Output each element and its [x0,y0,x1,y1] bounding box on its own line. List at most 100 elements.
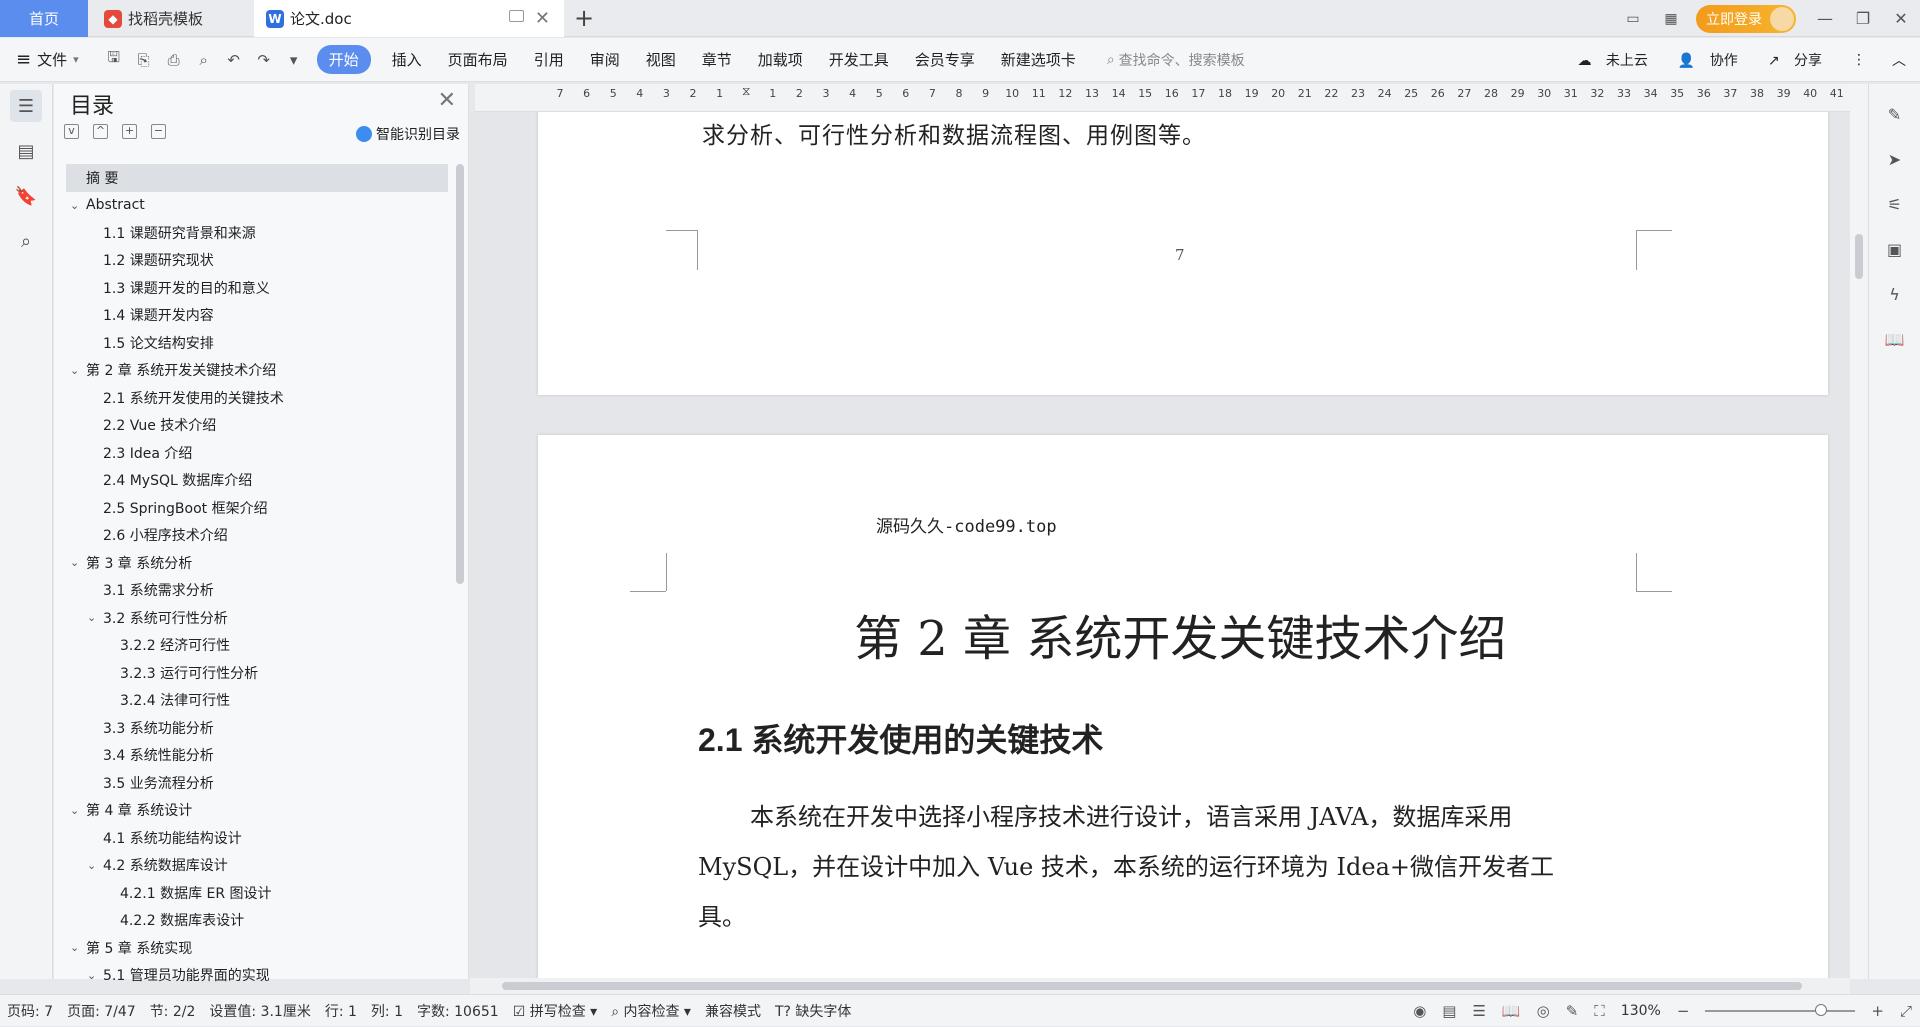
grid-apps-icon[interactable]: ▦ [1660,10,1682,28]
minimize-icon[interactable]: — [1806,9,1844,28]
file-menu[interactable]: ≡ 文件 ▾ [16,49,79,70]
vertical-scroll-thumb[interactable] [1855,234,1863,279]
horizontal-scroll-thumb[interactable] [502,982,1802,990]
toc-item[interactable]: ⌄ 第 4 章 系统设计 [66,797,448,825]
more-options-icon[interactable]: ⋮ [1852,52,1866,68]
toc-item[interactable]: 1.2 课题研究现状 [66,247,448,275]
close-tab-icon[interactable]: ✕ [535,8,550,29]
spell-check-button[interactable]: ☑ 拼写检查 ▾ [513,1001,598,1021]
add-heading-icon[interactable]: + [122,124,137,139]
cloud-status[interactable]: ☁ 未上云 [1577,50,1657,70]
status-page[interactable]: 页面: 7/47 [67,1001,136,1021]
zoom-out-icon[interactable]: − [1677,1002,1690,1020]
print-preview-icon[interactable]: ⌕ [194,50,214,70]
login-button[interactable]: 立即登录 [1696,4,1796,33]
status-section[interactable]: 节: 2/2 [150,1001,196,1021]
toc-item[interactable]: 2.5 SpringBoot 框架介绍 [66,494,448,522]
ribbon-tab-addins[interactable]: 加载项 [758,49,803,70]
bookmark-icon[interactable]: 🔖 [10,180,42,212]
vertical-scrollbar[interactable] [1850,84,1868,979]
close-toc-icon[interactable]: ✕ [438,88,456,113]
collab-button[interactable]: 👤 协作 [1678,50,1748,70]
ribbon-tab-page-layout[interactable]: 页面布局 [448,49,508,70]
toc-item[interactable]: ⌄ 第 5 章 系统实现 [66,934,448,962]
smart-toc-button[interactable]: 智能识别目录 [356,124,460,144]
zoom-slider-knob[interactable] [1815,1004,1828,1016]
toc-item[interactable]: ⌄ 4.2 系统数据库设计 [66,852,448,880]
page-view-icon[interactable]: ▤ [1442,1002,1456,1020]
reading-view-icon[interactable]: 📖 [1502,1002,1521,1020]
undo-icon[interactable]: ↶ [224,50,244,70]
tab-home[interactable]: 首页 [0,0,88,37]
toc-item[interactable]: 3.3 系统功能分析 [66,714,448,742]
toc-panel-icon[interactable]: ☰ [10,90,42,122]
horizontal-ruler[interactable]: 7 6 5 4 3 2 1 1 2 3 4 5 6 7 8 9 10 11 12 13 14 15 16 17 18 19 20 21… [475,84,1850,112]
search-doc-icon[interactable]: ⌕ [10,225,42,257]
section-heading[interactable]: 2.1 系统开发使用的关键技术 [698,715,1103,761]
save-icon[interactable]: 🖫 [104,48,124,70]
redo-icon[interactable]: ↷ [254,50,274,70]
monitor-icon[interactable] [509,10,524,22]
toc-item[interactable]: 3.1 系统需求分析 [66,577,448,605]
book-icon[interactable]: 📖 [1883,327,1907,351]
chapter-nav-icon[interactable]: ▤ [10,135,42,167]
toc-item[interactable]: 3.2.2 经济可行性 [66,632,448,660]
toc-item[interactable]: 2.3 Idea 介绍 [66,439,448,467]
toc-item[interactable]: 3.2.3 运行可行性分析 [66,659,448,687]
collapse-ribbon-icon[interactable]: ︿ [1892,50,1906,70]
chevron-down-icon[interactable]: ⌄ [87,611,99,624]
tab-template[interactable]: ◆ 找稻壳模板 [92,0,252,37]
eye-protection-icon[interactable]: ◉ [1413,1002,1426,1020]
zoom-level[interactable]: 130% [1621,1003,1661,1019]
toc-item[interactable]: ⌄ 第 3 章 系统分析 [66,549,448,577]
collapse-all-icon[interactable]: ^ [93,124,108,139]
chevron-down-icon[interactable]: ⌄ [70,199,82,212]
zoom-in-icon[interactable]: + [1871,1002,1884,1020]
toc-item[interactable]: ⌄ 第 2 章 系统开发关键技术介绍 [66,357,448,385]
settings-sliders-icon[interactable]: ⚟ [1883,192,1907,216]
chevron-down-icon[interactable]: ⌄ [70,556,82,569]
chevron-down-icon[interactable]: ⌄ [70,364,82,377]
toc-item[interactable]: 2.1 系统开发使用的关键技术 [66,384,448,412]
remove-heading-icon[interactable]: − [151,124,166,139]
toc-item[interactable]: 1.3 课题开发的目的和意义 [66,274,448,302]
toc-item[interactable]: 1.4 课题开发内容 [66,302,448,330]
ribbon-tab-home[interactable]: 开始 [316,45,371,74]
body-line-2[interactable]: MySQL，并在设计中加入 Vue 技术，本系统的运行环境为 Idea+微信开发… [698,847,1554,882]
ribbon-tab-new[interactable]: 新建选项卡 [1001,49,1076,70]
toc-item[interactable]: 2.2 Vue 技术介绍 [66,412,448,440]
toc-item[interactable]: ⌄ Abstract [66,192,448,220]
tab-document[interactable]: W 论文.doc ✕ [254,0,564,37]
ribbon-tab-chapter[interactable]: 章节 [702,49,732,70]
image-tool-icon[interactable]: ▣ [1883,237,1907,261]
ribbon-tab-insert[interactable]: 插入 [392,49,422,70]
zoom-slider[interactable] [1705,1004,1856,1016]
new-tab-icon[interactable]: + [574,4,594,32]
web-view-icon[interactable]: ◎ [1537,1002,1550,1020]
toc-item[interactable]: 2.4 MySQL 数据库介绍 [66,467,448,495]
chevron-down-icon[interactable]: ⌄ [70,941,82,954]
ribbon-tab-member[interactable]: 会员专享 [915,49,975,70]
cursor-icon[interactable]: ➤ [1883,147,1907,171]
outline-view-icon[interactable]: ☰ [1472,1002,1485,1020]
toc-item[interactable]: 4.1 系统功能结构设计 [66,824,448,852]
horizontal-scrollbar[interactable] [470,978,1850,994]
lightning-icon[interactable]: ϟ [1883,282,1907,306]
status-words[interactable]: 字数: 10651 [417,1001,499,1021]
fullscreen-icon[interactable]: ⤢ [1900,1002,1912,1020]
expand-all-icon[interactable]: v [64,124,79,139]
content-check-button[interactable]: ⌕ 内容检查 ▾ [611,1001,691,1021]
toc-item[interactable]: ⌄ 5.1 管理员功能界面的实现 [66,962,448,990]
toc-item[interactable]: 4.2.1 数据库 ER 图设计 [66,879,448,907]
toc-item[interactable]: 摘 要 [66,164,448,192]
status-setting[interactable]: 设置值: 3.1厘米 [209,1001,310,1021]
toc-scrollbar[interactable] [456,164,464,584]
toc-item[interactable]: 1.1 课题研究背景和来源 [66,219,448,247]
body-line-1[interactable]: 本系统在开发中选择小程序技术进行设计，语言采用 JAVA，数据库采用 [750,797,1512,832]
fit-page-icon[interactable]: ⛶ [1594,1002,1605,1020]
indent-marker-icon[interactable]: ⧖ [742,84,750,99]
ribbon-tab-references[interactable]: 引用 [534,49,564,70]
restore-icon[interactable]: ❐ [1844,9,1882,28]
paragraph-text[interactable]: 求分析、可行性分析和数据流程图、用例图等。 [702,116,1206,150]
status-col[interactable]: 列: 1 [371,1001,403,1021]
